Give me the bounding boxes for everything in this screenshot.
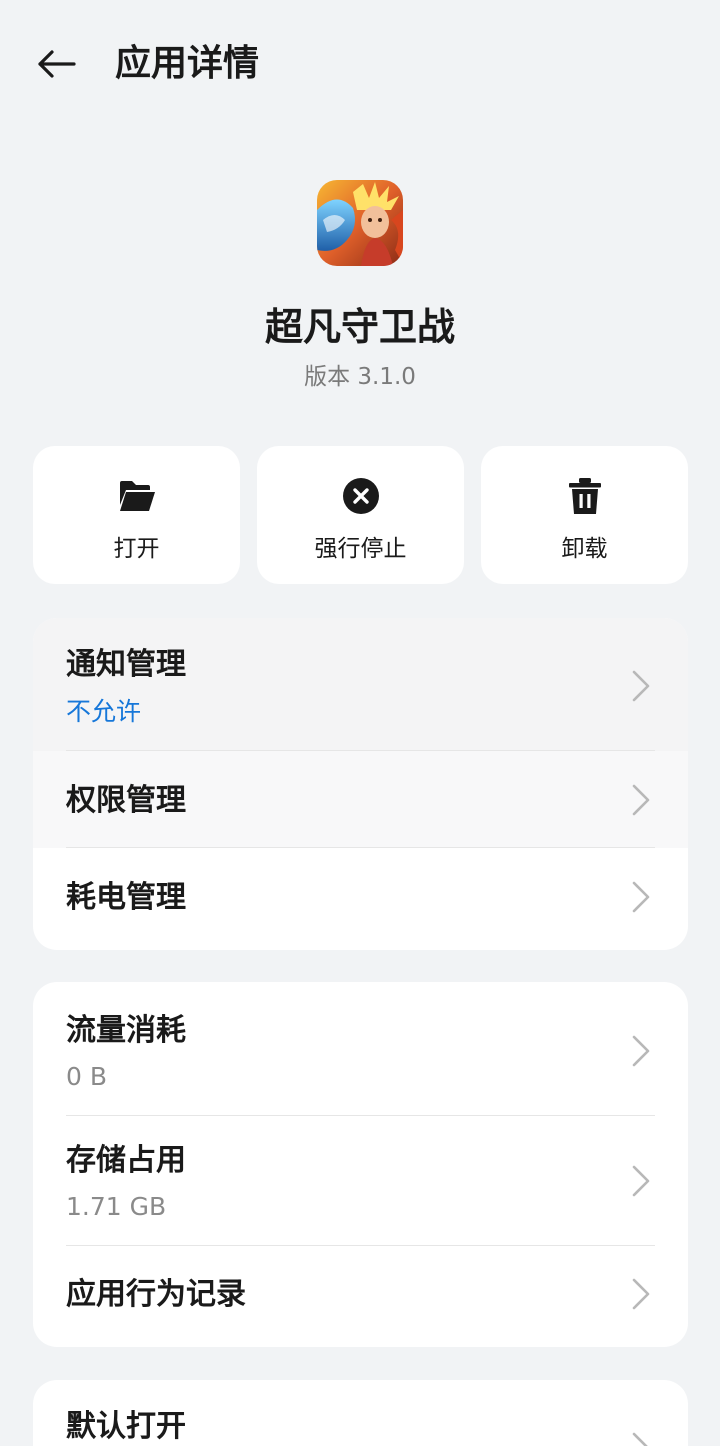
data-usage-value: 0 B — [66, 1062, 108, 1091]
chevron-right-icon — [632, 881, 650, 913]
app-behavior-record-title: 应用行为记录 — [66, 1277, 246, 1312]
data-usage-item[interactable]: 流量消耗 0 B — [33, 982, 688, 1116]
chevron-right-icon — [632, 784, 650, 816]
storage-item[interactable]: 存储占用 1.71 GB — [33, 1116, 688, 1246]
app-behavior-record-item[interactable]: 应用行为记录 — [33, 1246, 688, 1347]
notification-status: 不允许 — [66, 697, 142, 726]
data-usage-title: 流量消耗 — [66, 1013, 186, 1048]
app-version: 版本 3.1.0 — [304, 364, 416, 390]
force-stop-button[interactable]: 强行停止 — [257, 446, 464, 584]
storage-value: 1.71 GB — [66, 1192, 167, 1221]
settings-group-usage: 流量消耗 0 B 存储占用 1.71 GB 应用行为记录 — [33, 982, 688, 1347]
page-title: 应用详情 — [115, 43, 260, 84]
top-app-bar: 应用详情 — [0, 0, 720, 128]
force-stop-label: 强行停止 — [314, 536, 407, 562]
notification-management-item[interactable]: 通知管理 不允许 — [33, 618, 688, 751]
battery-management-item[interactable]: 耗电管理 — [33, 848, 688, 950]
default-open-item[interactable]: 默认打开 — [33, 1380, 688, 1446]
uninstall-label: 卸载 — [561, 536, 608, 562]
chevron-right-icon — [632, 1278, 650, 1310]
chevron-right-icon — [632, 1035, 650, 1067]
close-circle-icon — [341, 476, 381, 516]
open-button[interactable]: 打开 — [33, 446, 240, 584]
uninstall-button[interactable]: 卸载 — [481, 446, 688, 584]
permission-management-item[interactable]: 权限管理 — [33, 751, 688, 848]
open-label: 打开 — [113, 536, 160, 562]
folder-open-icon — [117, 476, 157, 516]
arrow-left-icon — [38, 50, 76, 78]
permission-management-title: 权限管理 — [66, 783, 186, 818]
storage-title: 存储占用 — [66, 1143, 186, 1178]
action-bar: 打开 强行停止 卸载 — [33, 446, 688, 586]
back-button[interactable] — [28, 40, 84, 88]
battery-management-title: 耗电管理 — [66, 880, 186, 915]
settings-group-default: 默认打开 — [33, 1380, 688, 1446]
chevron-right-icon — [632, 670, 650, 702]
app-info: 超凡守卫战 版本 3.1.0 — [0, 180, 720, 392]
app-icon — [317, 180, 403, 266]
chevron-right-icon — [632, 1165, 650, 1197]
chevron-right-icon — [632, 1432, 648, 1446]
notification-management-title: 通知管理 — [66, 647, 186, 682]
default-open-title: 默认打开 — [66, 1409, 186, 1444]
settings-group-management: 通知管理 不允许 权限管理 耗电管理 — [33, 618, 688, 950]
trash-icon — [565, 476, 605, 516]
app-name: 超凡守卫战 — [264, 305, 455, 349]
